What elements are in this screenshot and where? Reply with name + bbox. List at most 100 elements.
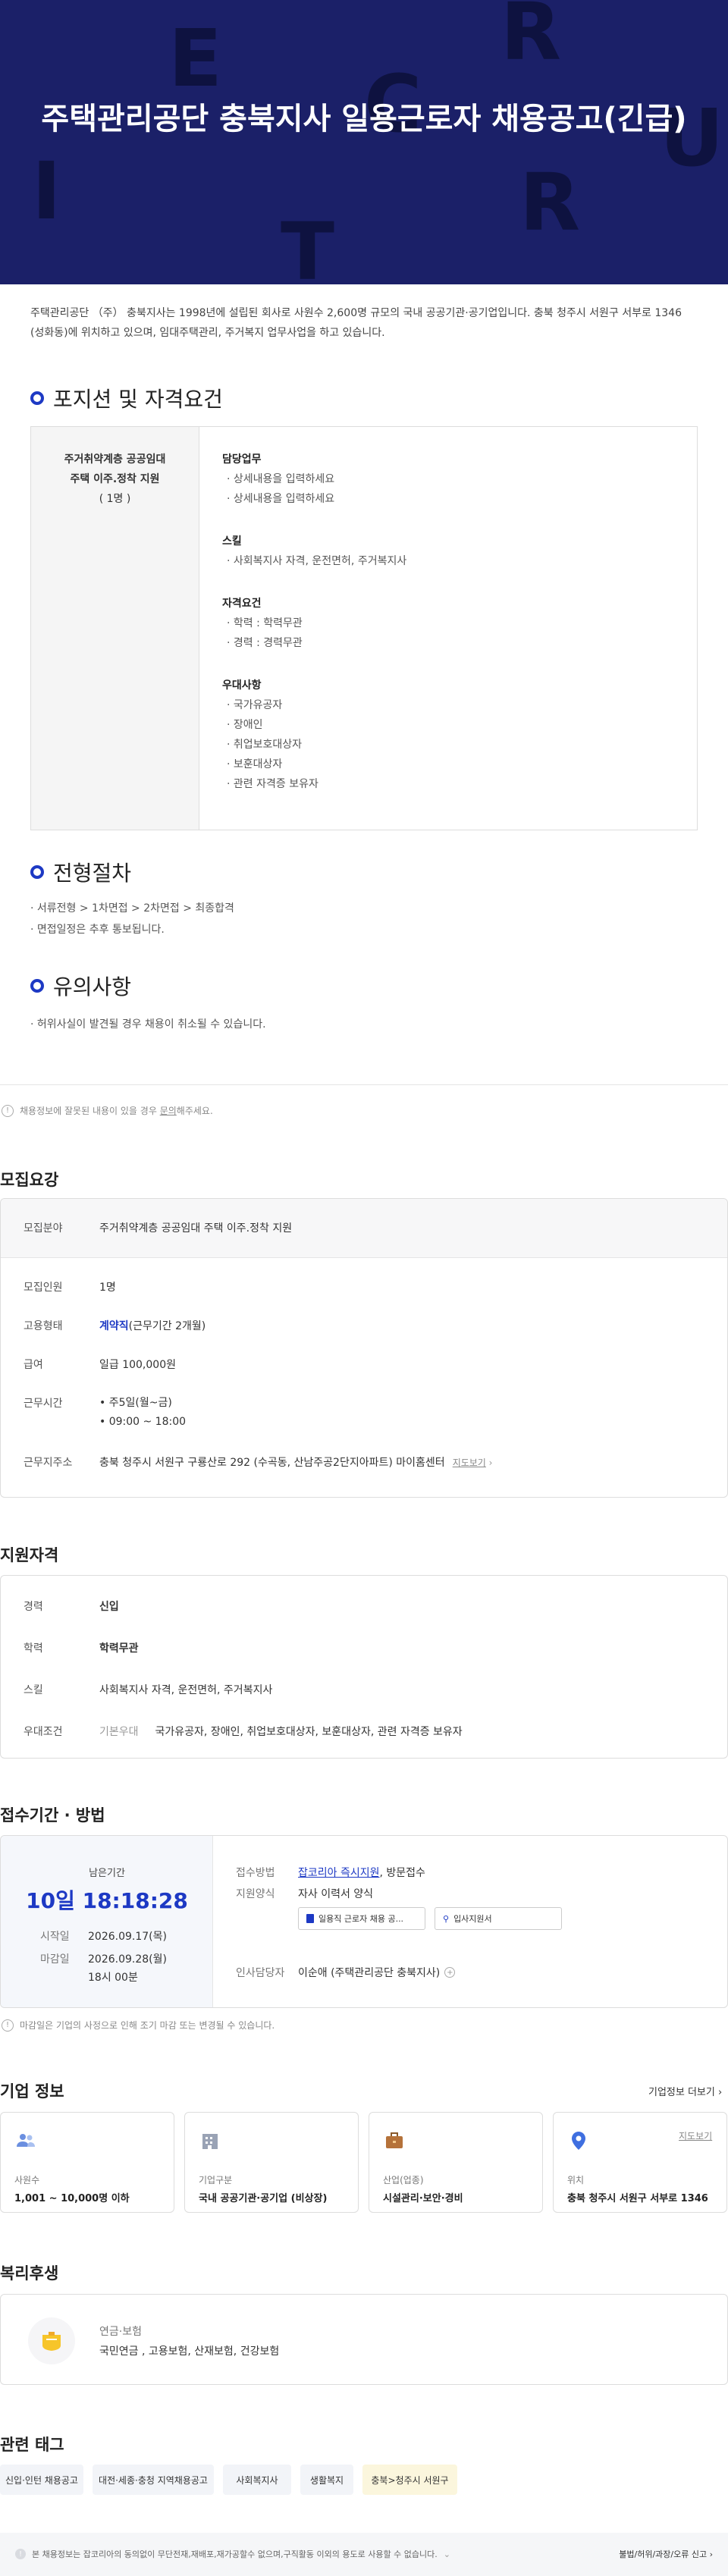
row-label: 우대조건 bbox=[24, 1726, 63, 1738]
employment-type-link[interactable]: 계약직 bbox=[99, 1320, 129, 1332]
detail-item: · 장애인 bbox=[227, 719, 263, 731]
info-icon: ! bbox=[15, 2549, 26, 2559]
detail-item: · 관련 자격증 보유자 bbox=[227, 778, 318, 790]
section-heading-welfare: 복리후생 bbox=[0, 2264, 59, 2283]
apply-card: 남은기간 10일 18:18:28 시작일 2026.09.17(목) 마감일 … bbox=[0, 1835, 728, 2008]
career-link[interactable]: 신입 bbox=[99, 1599, 119, 1614]
recruit-time-row: 근무시간 • 주5일(월~금) • 09:00 ~ 18:00 bbox=[24, 1395, 186, 1432]
detail-group-skills: 스킬 · 사회복지사 자격, 운전면허, 주거복지사 bbox=[222, 532, 406, 571]
welfare-card: 연금·보험 국민연금 , 고용보험, 산재보험, 건강보험 bbox=[0, 2294, 728, 2385]
detail-group-heading: 스킬 bbox=[222, 535, 242, 548]
chevron-down-icon[interactable]: ⌄ bbox=[444, 2549, 450, 2559]
end-date: 2026.09.28(월) bbox=[88, 1953, 167, 1966]
company-more-link[interactable]: 기업정보 더보기 › bbox=[648, 2084, 722, 2098]
end-time: 18시 00분 bbox=[88, 1972, 138, 1984]
row-label: 고용형태 bbox=[24, 1320, 63, 1332]
hero-bg-letter: R bbox=[519, 156, 581, 249]
quick-apply-link[interactable]: 잡코리아 즉시지원 bbox=[298, 1867, 380, 1879]
section-heading-tags: 관련 태그 bbox=[0, 2436, 64, 2454]
report-inquiry-link[interactable]: 문의 bbox=[160, 1106, 177, 1116]
section-heading-qualification: 지원자격 bbox=[0, 1546, 59, 1564]
map-link[interactable]: 지도보기 bbox=[679, 2129, 712, 2142]
report-violation-label: 불법/허위/과장/오류 신고 bbox=[619, 2549, 708, 2559]
briefcase-icon bbox=[386, 2132, 403, 2148]
report-note-text: 해주세요. bbox=[176, 1106, 213, 1116]
company-box-location: 지도보기 위치 충북 청주시 서원구 서부로 1346 bbox=[553, 2112, 727, 2213]
box-value: 국내 공공기관·공기업 (비상장) bbox=[199, 2193, 328, 2204]
bullet-ring-icon bbox=[30, 391, 44, 405]
related-tag[interactable]: 대전·세종·충청 지역채용공고 bbox=[93, 2465, 214, 2495]
start-date: 2026.09.17(목) bbox=[88, 1931, 167, 1943]
divider bbox=[0, 1084, 728, 1085]
section-title: 포지션 및 자격요건 bbox=[53, 387, 223, 412]
box-label: 사원수 bbox=[14, 2175, 40, 2185]
info-icon: ! bbox=[2, 2019, 14, 2032]
detail-item: · 상세내용을 입력하세요 bbox=[227, 473, 335, 485]
download-file-button[interactable]: 일용직 근로자 채용 공... bbox=[298, 1907, 425, 1930]
apply-method-panel: 접수방법 잡코리아 즉시지원, 방문접수 지원양식 자사 이력서 양식 일용직 … bbox=[213, 1836, 727, 2007]
related-tag[interactable]: 충북>청주시 서원구 bbox=[362, 2465, 457, 2495]
location-icon bbox=[572, 2132, 585, 2150]
detail-group-heading: 자격요건 bbox=[222, 598, 262, 610]
row-value: 주거취약계층 공공임대 주택 이주.정착 지원 bbox=[99, 1222, 293, 1235]
detail-group-requirements: 자격요건 · 학력 : 학력무관 · 경력 : 경력무관 bbox=[222, 594, 406, 653]
position-title-line: 주거취약계층 공공임대 bbox=[64, 453, 166, 466]
related-tag[interactable]: 신입·인턴 채용공고 bbox=[0, 2465, 83, 2495]
row-label: 지원양식 bbox=[236, 1888, 275, 1900]
box-value: 충북 청주시 서원구 서부로 1346 bbox=[567, 2193, 708, 2204]
report-violation-link[interactable]: 불법/허위/과장/오류 신고 › bbox=[619, 2548, 713, 2560]
job-posting-page: E C R I U T R 주택관리공단 충북지사 일용근로자 채용공고(긴급)… bbox=[0, 0, 728, 2576]
hero-banner: E C R I U T R 주택관리공단 충북지사 일용근로자 채용공고(긴급) bbox=[0, 0, 728, 284]
recruit-pay-row: 급여 일급 100,000원 bbox=[24, 1357, 176, 1372]
detail-item: · 국가유공자 bbox=[227, 699, 283, 711]
file-name: 일용직 근로자 채용 공... bbox=[318, 1914, 404, 1924]
row-label: 근무지주소 bbox=[24, 1457, 73, 1469]
welfare-category: 연금·보험 bbox=[99, 2326, 142, 2338]
deadline-note-text: 마감일은 기업의 사정으로 인해 조기 마감 또는 변경될 수 있습니다. bbox=[20, 2020, 275, 2031]
bullet-ring-icon bbox=[30, 865, 44, 879]
company-box-type: 기업구분 국내 공공기관·공기업 (비상장) bbox=[184, 2112, 359, 2213]
chevron-right-icon: › bbox=[485, 1457, 493, 1468]
attachment-icon: ⚲ bbox=[443, 1913, 450, 1924]
company-intro: 주택관리공단 （주） 충북지사는 1998년에 설립된 회사로 사원수 2,60… bbox=[30, 307, 682, 339]
footer-notice: ! 본 채용정보는 잡코리아의 동의없이 무단전재,재배포,재가공할수 없으며,… bbox=[15, 2548, 450, 2560]
detail-group-duties: 담당업무 · 상세내용을 입력하세요 · 상세내용을 입력하세요 bbox=[222, 450, 406, 509]
report-note-text: 채용정보에 잘못된 내용이 있을 경우 bbox=[20, 1106, 160, 1116]
row-value: 국가유공자, 장애인, 취업보호대상자, 보훈대상자, 관련 자격증 보유자 bbox=[155, 1726, 463, 1738]
people-icon bbox=[17, 2134, 35, 2147]
education-link[interactable]: 학력무관 bbox=[99, 1640, 139, 1655]
row-value: • 09:00 ~ 18:00 bbox=[99, 1416, 187, 1428]
chevron-right-icon: › bbox=[707, 2549, 713, 2559]
detail-group-preferred: 우대사항 · 국가유공자 · 장애인 · 취업보호대상자 · 보훈대상자 · 관… bbox=[222, 676, 406, 794]
detail-item: · 학력 : 학력무관 bbox=[227, 617, 303, 629]
section-heading-recruit: 모집요강 bbox=[0, 1171, 59, 1189]
detail-item: · 경력 : 경력무관 bbox=[227, 637, 303, 649]
company-box-employees: 사원수 1,001 ~ 10,000명 이하 bbox=[0, 2112, 174, 2213]
qual-career-row: 경력 신입 bbox=[24, 1599, 119, 1614]
recruit-card: 모집분야 주거취약계층 공공임대 주택 이주.정착 지원 모집인원 1명 고용형… bbox=[0, 1198, 728, 1498]
row-value: 사회복지사 자격, 운전면허, 주거복지사 bbox=[99, 1684, 273, 1696]
caution-line: · 허위사실이 발견될 경우 채용이 취소될 수 있습니다. bbox=[30, 1018, 266, 1031]
info-icon: ! bbox=[2, 1104, 14, 1117]
detail-group-heading: 담당업무 bbox=[222, 453, 262, 466]
info-icon[interactable]: + bbox=[444, 1967, 456, 1978]
download-file-button[interactable]: ⚲ 입사지원서 bbox=[435, 1907, 562, 1930]
building-icon bbox=[202, 2134, 218, 2149]
related-tag[interactable]: 생활복지 bbox=[300, 2465, 353, 2495]
row-label: 스킬 bbox=[24, 1684, 43, 1696]
welfare-items: 국민연금 , 고용보험, 산재보험, 건강보험 bbox=[99, 2345, 280, 2358]
file-icon bbox=[306, 1914, 314, 1923]
box-value: 시설관리·보안·경비 bbox=[383, 2193, 463, 2204]
related-tag[interactable]: 사회복지사 bbox=[223, 2465, 291, 2495]
box-label: 산업(업종) bbox=[383, 2175, 424, 2185]
map-link[interactable]: 지도보기 bbox=[453, 1457, 486, 1468]
section-heading-position: 포지션 및 자격요건 bbox=[30, 383, 223, 413]
row-label: 인사담당자 bbox=[236, 1967, 285, 1979]
pref-category: 기본우대 bbox=[99, 1726, 139, 1738]
section-heading-apply: 접수기간 · 방법 bbox=[0, 1806, 105, 1825]
row-label: 마감일 bbox=[40, 1953, 70, 1966]
section-heading-process: 전형절차 bbox=[30, 857, 131, 887]
file-name: 입사지원서 bbox=[453, 1914, 492, 1924]
company-more-label: 기업정보 더보기 bbox=[648, 2087, 715, 2098]
detail-item: · 보훈대상자 bbox=[227, 758, 283, 770]
